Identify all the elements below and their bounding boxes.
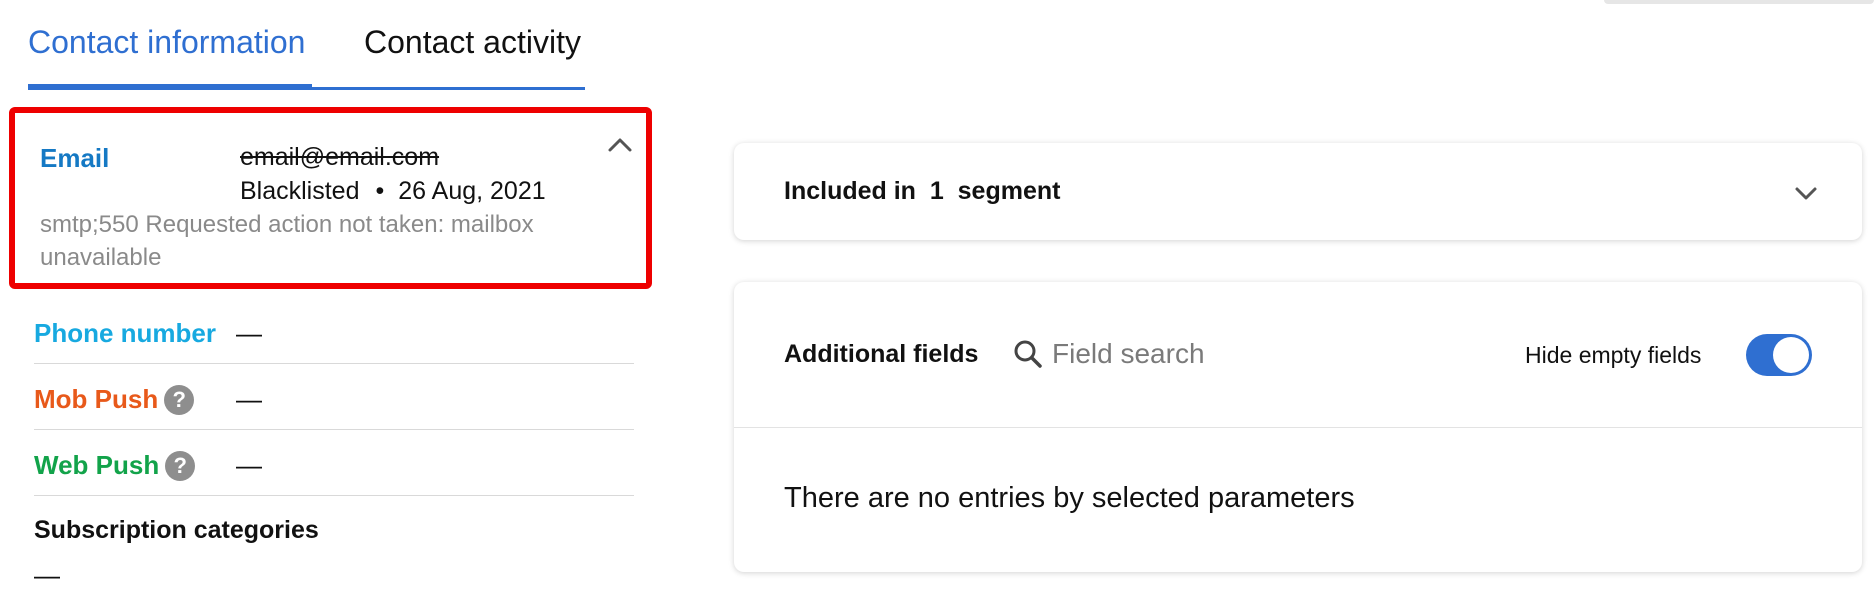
tab-contact-activity[interactable]: Contact activity — [364, 22, 581, 62]
segments-card[interactable]: Included in 1 segment — [734, 143, 1862, 240]
field-search-input[interactable] — [1052, 332, 1352, 376]
web-push-row: Web Push ? — — [34, 430, 634, 496]
empty-state-message: There are no entries by selected paramet… — [784, 482, 1355, 514]
status-separator: • — [375, 177, 385, 205]
email-status-date: 26 Aug, 2021 — [398, 177, 546, 205]
phone-value: — — [236, 318, 262, 348]
search-icon — [1012, 338, 1044, 370]
phone-label-text: Phone number — [34, 318, 217, 348]
toggle-knob — [1773, 337, 1809, 373]
mob-push-value: — — [236, 384, 262, 414]
additional-fields-header: Additional fields Hide empty fields — [734, 282, 1862, 428]
email-error-message: smtp;550 Requested action not taken: mai… — [40, 211, 534, 271]
phone-row: Phone number — — [34, 298, 634, 364]
email-status-line: Blacklisted • 26 Aug, 2021 — [240, 177, 546, 206]
phone-label: Phone number — [34, 318, 216, 349]
subscription-categories-value: — — [34, 560, 60, 590]
chevron-down-icon[interactable] — [1792, 181, 1820, 205]
help-icon[interactable]: ? — [164, 384, 195, 415]
email-section: Email email@email.com Blacklisted • 26 Aug… — [9, 107, 652, 289]
tab-contact-information[interactable]: Contact information — [28, 22, 305, 62]
email-status: Blacklisted — [240, 177, 360, 205]
hide-empty-fields-label: Hide empty fields — [1525, 342, 1702, 368]
active-tab-indicator — [28, 84, 312, 90]
hide-empty-fields-toggle[interactable] — [1746, 334, 1812, 376]
web-push-label-text: Web Push — [34, 450, 160, 480]
subscription-categories-title: Subscription categories — [34, 516, 319, 544]
segments-summary: Included in 1 segment — [784, 177, 1061, 205]
email-address: email@email.com — [240, 143, 440, 171]
additional-fields-title: Additional fields — [784, 340, 979, 368]
mob-push-label: Mob Push ? — [34, 384, 195, 415]
top-right-panel-edge — [1604, 0, 1874, 4]
chevron-up-icon[interactable] — [605, 131, 635, 157]
mob-push-label-text: Mob Push — [34, 384, 159, 414]
help-icon[interactable]: ? — [165, 450, 196, 481]
email-label: Email — [40, 143, 110, 173]
mob-push-row: Mob Push ? — — [34, 364, 634, 430]
contact-tabs: Contact information Contact activity — [28, 0, 585, 90]
web-push-value: — — [236, 450, 262, 480]
web-push-label: Web Push ? — [34, 450, 196, 481]
additional-fields-card: Additional fields Hide empty fields Ther… — [734, 282, 1862, 572]
contact-page: Contact information Contact activity Ema… — [0, 0, 1876, 604]
